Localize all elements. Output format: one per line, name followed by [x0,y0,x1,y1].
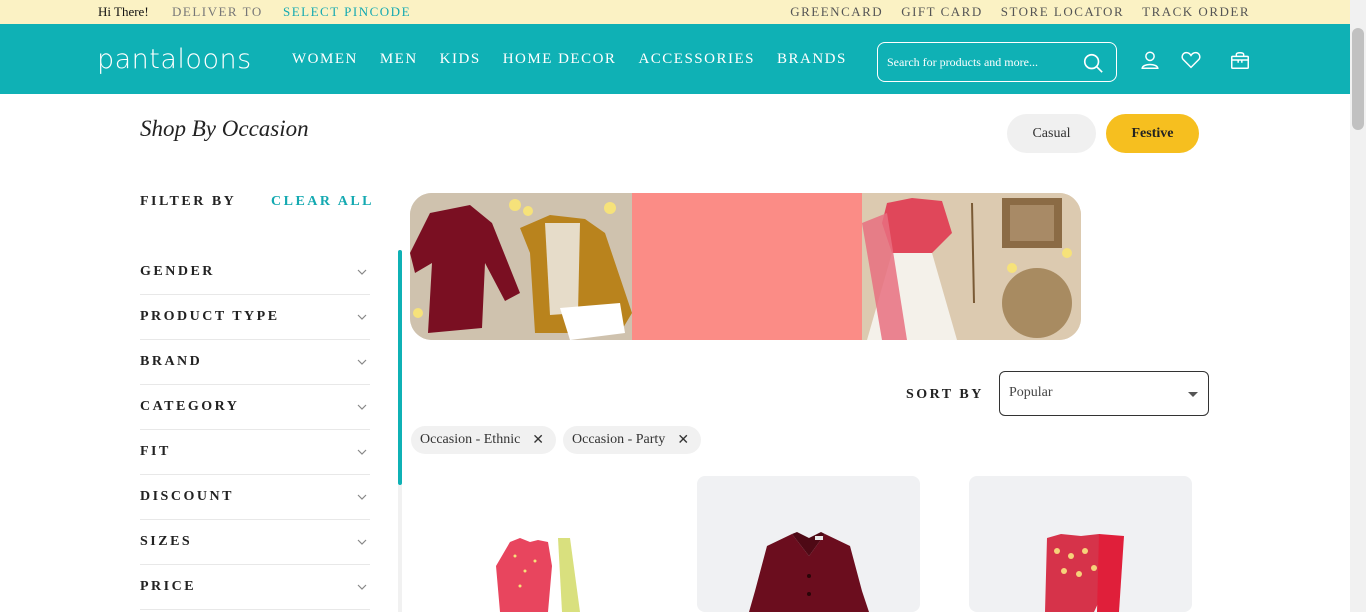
occasion-casual-button[interactable]: Casual [1007,114,1096,153]
filter-list: GENDER PRODUCT TYPE BRAND CATEGORY FIT D… [140,250,370,610]
search-box [877,42,1117,82]
chevron-down-icon [357,359,367,365]
nav-brands[interactable]: BRANDS [777,51,847,68]
banner-image-girls-ethnic [862,193,1081,340]
filter-label: FIT [140,444,171,459]
product-card[interactable] [969,476,1192,612]
filter-fit[interactable]: FIT [140,430,370,475]
sort-by-label: SORT BY [906,387,984,402]
filter-sizes[interactable]: SIZES [140,520,370,565]
main-header: pantaloons WOMEN MEN KIDS HOME DECOR ACC… [0,24,1350,94]
banner-illustration-right [862,193,1081,340]
banner-illustration-left [410,193,632,340]
applied-filter-chip: Occasion - Party ✕ [563,426,702,454]
filter-label: PRODUCT TYPE [140,309,280,324]
page-title: Shop By Occasion [140,116,309,141]
filter-label: PRICE [140,579,197,594]
close-icon[interactable]: ✕ [532,432,544,448]
user-icon[interactable] [1139,49,1161,71]
greeting-text: Hi There! [98,4,149,19]
select-pincode-link[interactable]: SELECT PINCODE [283,4,411,20]
close-icon[interactable]: ✕ [677,432,689,448]
nav-accessories[interactable]: ACCESSORIES [638,51,755,68]
top-strip: Hi There! DELIVER TO SELECT PINCODE GREE… [0,0,1366,24]
chevron-down-icon [357,494,367,500]
chevron-down-icon [357,314,367,320]
sort-selected-value: Popular [1009,385,1053,400]
filter-brand[interactable]: BRAND [140,340,370,385]
utility-links: GREENCARD GIFT CARD STORE LOCATOR TRACK … [790,4,1250,20]
clear-all-button[interactable]: CLEAR ALL [271,194,374,210]
filter-scroll-thumb[interactable] [398,250,402,485]
filter-price[interactable]: PRICE [140,565,370,610]
nav-men[interactable]: MEN [380,51,418,68]
applied-filter-chip: Occasion - Ethnic ✕ [411,426,557,454]
greencard-link[interactable]: GREENCARD [790,4,883,20]
chip-label: Occasion - Party [572,432,666,447]
chevron-down-icon [357,269,367,275]
chip-label: Occasion - Ethnic [420,432,521,447]
chevron-down-icon [357,449,367,455]
nav-home-decor[interactable]: HOME DECOR [503,51,617,68]
sort-dropdown[interactable]: Popular [999,371,1209,416]
product-card[interactable] [697,476,920,612]
heart-icon[interactable] [1180,49,1202,71]
product-card[interactable] [430,476,653,612]
main-nav: WOMEN MEN KIDS HOME DECOR ACCESSORIES BR… [292,51,847,68]
store-locator-link[interactable]: STORE LOCATOR [1001,4,1124,20]
nav-women[interactable]: WOMEN [292,51,358,68]
gift-card-link[interactable]: GIFT CARD [901,4,983,20]
filter-label: DISCOUNT [140,489,234,504]
filter-product-type[interactable]: PRODUCT TYPE [140,295,370,340]
occasion-banner[interactable] [410,193,1081,340]
chevron-down-icon [357,539,367,545]
search-input[interactable] [887,52,1067,72]
chevron-down-icon [357,404,367,410]
filter-scroll-track [398,485,402,612]
pantaloons-logo[interactable]: pantaloons [97,44,252,75]
banner-image-mens-ethnic [410,193,632,340]
filter-gender[interactable]: GENDER [140,250,370,295]
search-icon[interactable] [1082,52,1104,74]
nav-kids[interactable]: KIDS [440,51,481,68]
scrollbar-thumb[interactable] [1352,28,1364,130]
bag-icon[interactable] [1229,49,1251,71]
page-scrollbar[interactable] [1350,0,1366,612]
chevron-down-icon [357,584,367,590]
track-order-link[interactable]: TRACK ORDER [1142,4,1250,20]
filter-label: CATEGORY [140,399,240,414]
product-image-girls-lehenga [496,538,580,612]
banner-color-block [632,193,862,340]
filter-by-heading: FILTER BY [140,194,237,209]
deliver-to-label: DELIVER TO [172,4,263,19]
filter-label: SIZES [140,534,193,549]
filter-label: BRAND [140,354,203,369]
occasion-festive-button[interactable]: Festive [1106,114,1199,153]
dropdown-caret-icon [1188,392,1198,397]
filter-discount[interactable]: DISCOUNT [140,475,370,520]
product-image-girls-choli-set [1045,534,1124,612]
filter-category[interactable]: CATEGORY [140,385,370,430]
product-image-maroon-nehru-jacket [749,532,869,612]
filter-label: GENDER [140,264,215,279]
